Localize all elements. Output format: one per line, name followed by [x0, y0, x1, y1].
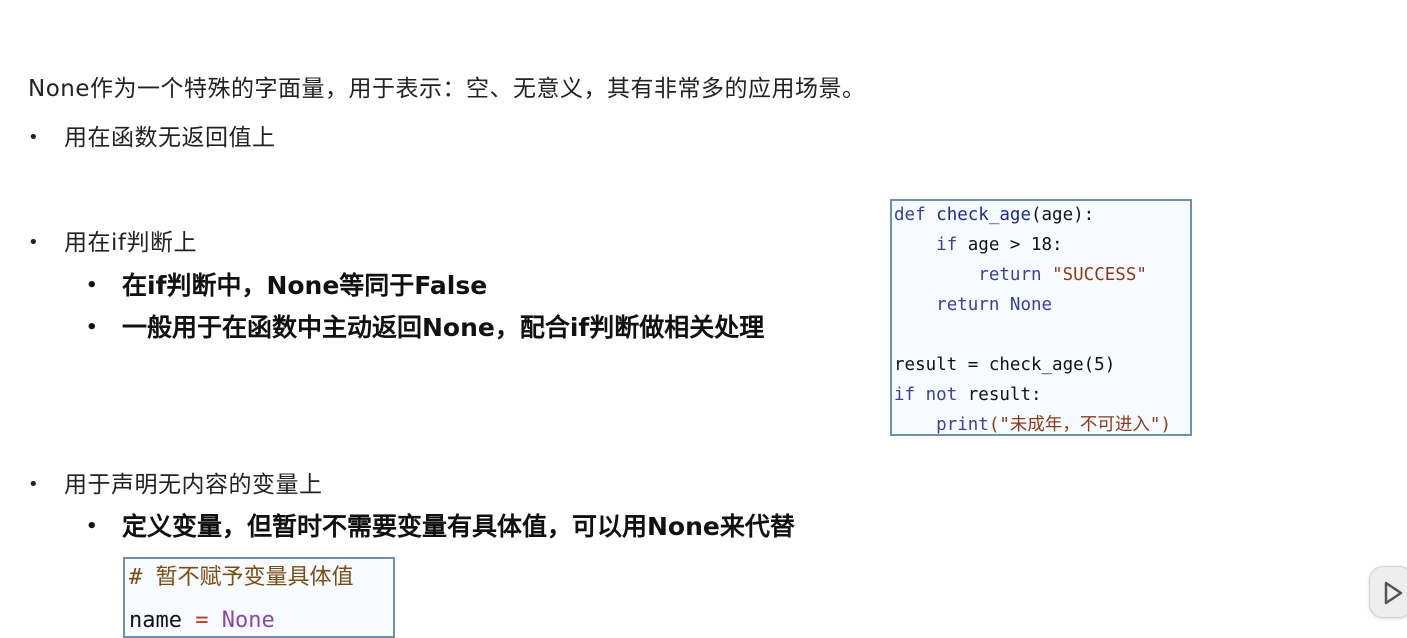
code-line: print("未成年，不可进入"): [894, 413, 1171, 437]
code-function-name: print: [936, 415, 989, 435]
code-none: None: [221, 608, 275, 633]
code-keyword: if: [936, 235, 958, 255]
code-keyword: if: [894, 385, 916, 405]
bullet-dot: •: [28, 474, 40, 495]
bullet-dot: •: [86, 275, 98, 296]
play-icon: [1384, 581, 1403, 605]
code-keyword: return: [978, 265, 1042, 285]
code-string: "SUCCESS": [1052, 265, 1147, 285]
bullet-dot: •: [28, 127, 40, 148]
code-text: age > 18:: [957, 235, 1063, 255]
bullet-dot: •: [28, 232, 40, 253]
bullet-label: 用在if判断上: [64, 230, 197, 256]
sub-bullet-label: 定义变量，但暂时不需要变量有具体值，可以用None来代替: [122, 512, 795, 541]
code-keyword: not: [925, 385, 958, 405]
code-keyword: return: [936, 295, 1000, 315]
code-operator: =: [195, 608, 209, 633]
code-line: def check_age(age):: [894, 203, 1094, 227]
code-line: result = check_age(5): [894, 353, 1115, 377]
code-line: if not result:: [894, 383, 1042, 407]
bullet-label: 用在函数无返回值上: [64, 125, 276, 151]
code-none: None: [1009, 295, 1053, 315]
code-example-check-age: def check_age(age): if age > 18: return …: [890, 199, 1192, 436]
bullet-dot: •: [86, 317, 98, 338]
code-text: result = check_age(5): [894, 355, 1116, 375]
code-text: result:: [957, 385, 1042, 405]
code-variable: name: [129, 608, 182, 633]
code-line: return None: [894, 293, 1052, 317]
code-line: if age > 18:: [894, 233, 1063, 257]
code-line: name = None: [129, 606, 275, 636]
code-example-name-none: # 暂不赋予变量具体值 name = None: [123, 557, 395, 638]
code-line: return "SUCCESS": [894, 263, 1147, 287]
code-line: # 暂不赋予变量具体值: [129, 563, 354, 593]
intro-text: None作为一个特殊的字面量，用于表示：空、无意义，其有非常多的应用场景。: [28, 76, 866, 102]
sub-bullet-label: 在if判断中，None等同于False: [122, 271, 488, 300]
code-keyword: def: [894, 205, 926, 225]
sub-bullet-label: 一般用于在函数中主动返回None，配合if判断做相关处理: [122, 313, 765, 342]
play-button[interactable]: [1369, 566, 1407, 618]
bullet-label: 用于声明无内容的变量上: [64, 472, 323, 498]
code-comment: # 暂不赋予变量具体值: [129, 565, 354, 590]
bullet-dot: •: [86, 516, 98, 537]
code-text: (age):: [1030, 205, 1095, 225]
code-string: ("未成年，不可进入"): [988, 415, 1171, 435]
code-function-name: check_age: [936, 205, 1031, 225]
